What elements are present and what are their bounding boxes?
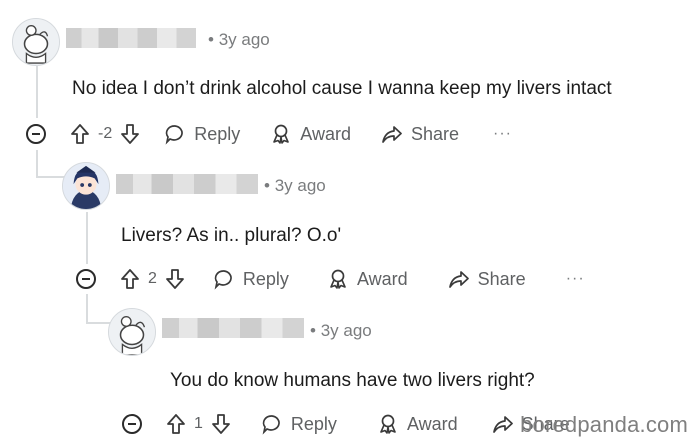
vote-score: -2: [98, 125, 113, 142]
timestamp: • 3y ago: [208, 30, 270, 49]
speech-bubble-icon: [164, 123, 186, 145]
anime-avatar-icon: [63, 163, 109, 209]
award-label: Award: [406, 413, 458, 434]
comment-text: Livers? As in.. plural? O.o': [121, 225, 342, 246]
avatar[interactable]: [108, 308, 156, 356]
share-button[interactable]: Share: [448, 268, 526, 290]
reply-button[interactable]: Reply: [164, 123, 240, 145]
thread-line: [38, 176, 64, 178]
collapse-icon[interactable]: [76, 269, 96, 289]
reply-label: Reply: [290, 413, 337, 434]
reply-label: Reply: [242, 268, 289, 289]
collapse-icon[interactable]: [122, 414, 142, 434]
comment-text: You do know humans have two livers right…: [170, 370, 535, 391]
award-label: Award: [300, 123, 351, 144]
reply-button[interactable]: Reply: [261, 413, 337, 435]
vote-score: 1: [194, 415, 203, 432]
share-button[interactable]: Share: [381, 123, 459, 145]
share-arrow-icon: [448, 268, 470, 290]
timestamp: • 3y ago: [264, 176, 326, 195]
speech-bubble-icon: [213, 268, 235, 290]
vote-score: 2: [148, 270, 157, 287]
username-redacted[interactable]: [66, 28, 196, 48]
thread-line: [86, 212, 88, 264]
avatar[interactable]: [62, 162, 110, 210]
award-button[interactable]: Award: [377, 413, 458, 435]
speech-bubble-icon: [261, 413, 283, 435]
more-options-icon[interactable]: ···: [493, 125, 512, 143]
watermark: boredpanda.com: [520, 412, 688, 437]
award-icon: [377, 413, 399, 435]
timestamp-text: 3y ago: [218, 30, 270, 49]
reply-button[interactable]: Reply: [213, 268, 289, 290]
arrow-down-icon[interactable]: [211, 413, 231, 435]
award-label: Award: [356, 268, 408, 289]
thread-line: [86, 294, 88, 324]
arrow-up-icon[interactable]: [120, 268, 140, 290]
arrow-down-icon[interactable]: [120, 123, 140, 145]
thread-line: [88, 322, 110, 324]
award-icon: [270, 123, 292, 145]
timestamp: • 3y ago: [310, 321, 372, 340]
share-arrow-icon: [381, 123, 403, 145]
comment-actions: -2 Reply Award Share ···: [26, 119, 512, 149]
share-label: Share: [410, 123, 460, 144]
username-redacted[interactable]: [162, 318, 304, 338]
collapse-icon[interactable]: [26, 124, 46, 144]
thread-line: [36, 66, 38, 118]
award-button[interactable]: Award: [270, 123, 351, 145]
timestamp-text: 3y ago: [320, 321, 372, 340]
reply-label: Reply: [194, 123, 241, 144]
share-arrow-icon: [492, 413, 514, 435]
comment-actions: 2 Reply Award Share ···: [76, 264, 585, 294]
share-label: Share: [477, 268, 526, 289]
award-button[interactable]: Award: [327, 268, 408, 290]
award-icon: [327, 268, 349, 290]
avatar[interactable]: [12, 18, 60, 66]
thread-line: [36, 150, 38, 178]
username-redacted[interactable]: [116, 174, 258, 194]
timestamp-text: 3y ago: [274, 176, 326, 195]
comment-actions: 1 Reply Award Share: [122, 409, 570, 439]
snoo-avatar-icon: [13, 19, 59, 65]
arrow-up-icon[interactable]: [166, 413, 186, 435]
arrow-up-icon[interactable]: [70, 123, 90, 145]
arrow-down-icon[interactable]: [165, 268, 185, 290]
more-options-icon[interactable]: ···: [566, 270, 585, 288]
comment-text: No idea I don’t drink alcohol cause I wa…: [72, 78, 612, 99]
snoo-avatar-icon: [109, 309, 155, 355]
